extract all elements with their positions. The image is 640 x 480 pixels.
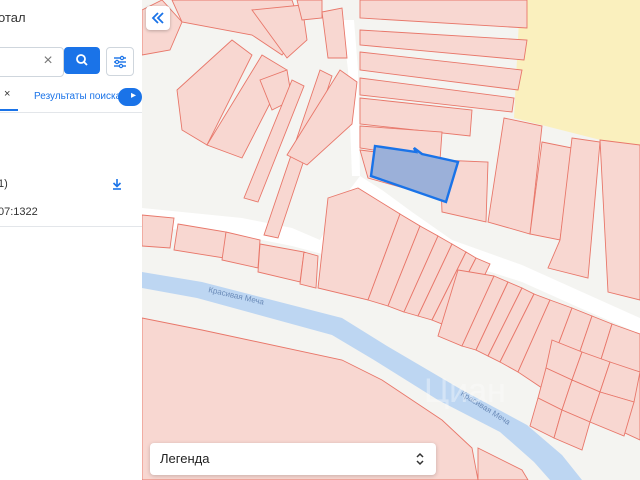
land-parcel	[477, 447, 529, 480]
land-parcel	[321, 7, 348, 59]
land-parcel	[599, 139, 640, 301]
chip-close-icon[interactable]: ×	[4, 88, 10, 100]
chip-search-results[interactable]: Результаты поиска	[34, 91, 121, 102]
land-parcel	[359, 0, 528, 29]
filter-icon	[114, 55, 126, 69]
land-parcel	[142, 214, 175, 249]
land-parcel	[257, 243, 305, 283]
double-chevron-left-icon	[151, 12, 164, 24]
search-chips: ) × Результаты поиска ▸	[0, 86, 142, 112]
legend-toggle[interactable]: Легенда	[150, 443, 436, 475]
filter-button[interactable]	[106, 47, 134, 76]
download-icon[interactable]	[110, 176, 124, 192]
chevron-right-icon[interactable]: ▸	[131, 90, 136, 101]
result-title: 1)	[0, 178, 8, 190]
sidebar: отал × ) × Результаты поиска ▸ 1)	[0, 0, 142, 480]
watermark: Циан	[424, 372, 506, 410]
cadastral-map[interactable]: Красивая Меча Красивая Меча Циан	[142, 0, 640, 480]
cadastral-number[interactable]: 07:1322	[0, 206, 38, 218]
legend-label: Легенда	[160, 451, 210, 466]
divider	[0, 226, 142, 227]
divider	[0, 112, 142, 113]
chevron-up-down-icon	[416, 452, 424, 466]
collapse-sidebar-button[interactable]	[146, 6, 170, 30]
search-button[interactable]	[64, 47, 100, 74]
search-icon	[76, 54, 88, 66]
close-icon[interactable]: ×	[39, 52, 57, 70]
chip-scroll-badge[interactable]	[118, 88, 142, 106]
active-chip-indicator	[0, 109, 18, 111]
portal-title: отал	[0, 10, 26, 25]
